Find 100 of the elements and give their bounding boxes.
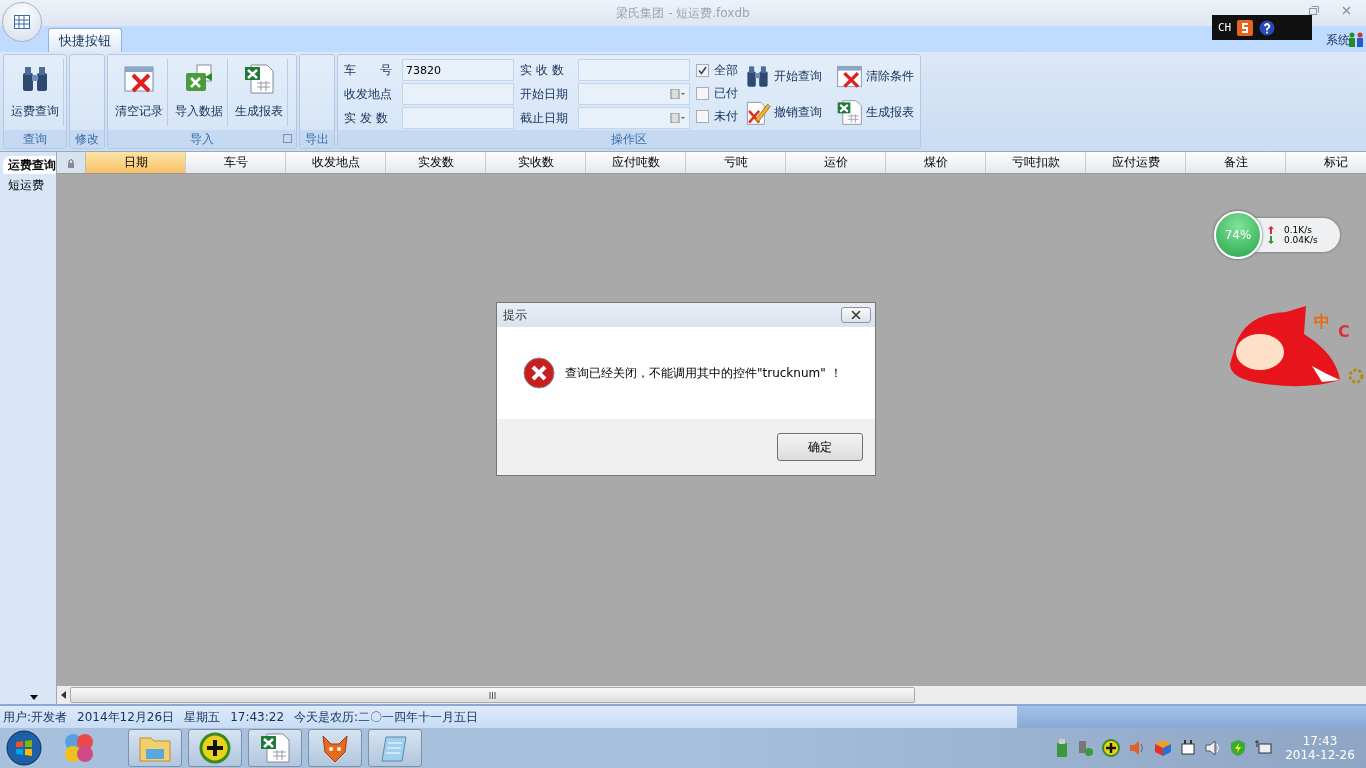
dialog-launcher-icon[interactable] xyxy=(283,134,292,143)
checkbox-box[interactable] xyxy=(696,110,709,123)
cube-icon[interactable] xyxy=(1154,739,1172,757)
checkbox[interactable]: 未付 xyxy=(696,107,738,126)
network-icon[interactable] xyxy=(1254,739,1272,757)
column-header[interactable]: 煤价 xyxy=(886,152,986,173)
dialog-message: 查询已经关闭，不能调用其中的控件"trucknum" ！ xyxy=(565,364,842,382)
checkbox[interactable]: 全部 xyxy=(696,61,738,80)
volume-icon[interactable] xyxy=(1204,739,1222,757)
ime-toolbar: CH xyxy=(1212,15,1312,40)
close-button[interactable] xyxy=(841,307,871,323)
restore-button[interactable] xyxy=(1308,5,1320,17)
scroll-thumb[interactable] xyxy=(70,687,915,703)
column-header[interactable]: 收发地点 xyxy=(286,152,386,173)
shield-icon[interactable] xyxy=(1230,739,1246,757)
input-field[interactable] xyxy=(402,83,514,105)
column-header[interactable]: 日期 xyxy=(86,152,186,173)
checkbox-label: 未付 xyxy=(714,108,738,125)
upload-arrow-icon xyxy=(1268,226,1274,234)
sidebar-item[interactable]: 短运费 xyxy=(3,176,56,194)
action-button[interactable]: 开始查询 xyxy=(744,59,836,93)
close-icon xyxy=(851,311,861,319)
status-text: 17:43:22 xyxy=(230,710,285,724)
network-speed-widget[interactable]: 74% 0.1K/s 0.04K/s xyxy=(1214,211,1340,259)
field-label: 收发地点 xyxy=(344,85,393,103)
action-button[interactable]: 生成报表 xyxy=(836,95,928,129)
calendar-icon xyxy=(670,113,686,123)
download-speed: 0.04K/s xyxy=(1284,235,1318,245)
download-arrow-icon xyxy=(1268,236,1274,244)
plus-circle-icon[interactable] xyxy=(1102,739,1120,757)
s-logo-icon xyxy=(1237,19,1254,36)
scroll-down-icon[interactable] xyxy=(30,695,38,700)
column-header[interactable]: 亏吨 xyxy=(686,152,786,173)
field-label: 截止日期 xyxy=(520,109,569,127)
mascot-label: 中 xyxy=(1314,312,1330,333)
action-button[interactable]: 撤销查询 xyxy=(744,95,836,129)
spreadsheet-icon xyxy=(242,63,275,95)
checkbox-label: 已付 xyxy=(714,85,738,102)
notepad-icon xyxy=(380,733,410,763)
group-title: 查询 xyxy=(23,130,47,148)
spreadsheet-icon xyxy=(836,98,863,126)
status-text: 今天是农历:二〇一四年十一月五日 xyxy=(294,708,479,726)
group-title: 导出 xyxy=(305,130,329,148)
input-field[interactable]: 73820 xyxy=(402,59,514,81)
exit-link[interactable]: 系统 xyxy=(1318,32,1350,49)
group-title: 导入 xyxy=(190,130,214,148)
upload-speed: 0.1K/s xyxy=(1284,225,1312,235)
calendar-icon xyxy=(670,89,686,99)
start-button[interactable] xyxy=(6,730,42,766)
group-title: 操作区 xyxy=(611,130,647,148)
lock-icon xyxy=(67,157,75,168)
spreadsheet-icon xyxy=(259,732,291,764)
ribbon-button[interactable]: 运费查询 xyxy=(6,59,64,126)
colorful-circles-icon[interactable] xyxy=(62,731,96,765)
usb-icon[interactable] xyxy=(1056,739,1068,757)
horizontal-scrollbar[interactable] xyxy=(57,686,1366,704)
sidebar-item[interactable]: 运费查询 xyxy=(3,156,56,174)
date-picker[interactable] xyxy=(578,83,690,105)
checkbox[interactable]: 已付 xyxy=(696,84,738,103)
group-title: 修改 xyxy=(75,130,99,148)
column-header[interactable]: 应付运费 xyxy=(1086,152,1186,173)
ok-button[interactable]: 确定 xyxy=(777,433,863,461)
status-text: 2014年12月26日 xyxy=(77,708,175,726)
column-header[interactable]: 运价 xyxy=(786,152,886,173)
taskbar-app[interactable] xyxy=(188,729,242,767)
column-header[interactable]: 标记 xyxy=(1286,152,1366,173)
users-icon xyxy=(1348,31,1364,47)
plug-check-icon[interactable] xyxy=(1076,739,1094,757)
column-header[interactable]: 车号 xyxy=(186,152,286,173)
scroll-left-icon[interactable] xyxy=(61,691,66,699)
power-plug-icon[interactable] xyxy=(1180,739,1196,757)
column-header[interactable]: 备注 xyxy=(1186,152,1286,173)
table-delete-icon xyxy=(122,63,155,95)
ribbon-button[interactable]: 生成报表 xyxy=(230,59,288,126)
column-header[interactable]: 实发数 xyxy=(386,152,486,173)
ribbon-button[interactable]: 导入数据 xyxy=(170,59,228,126)
checkbox-box[interactable] xyxy=(696,64,709,77)
column-header[interactable]: 实收数 xyxy=(486,152,586,173)
table-icon xyxy=(14,15,30,29)
gear-icon xyxy=(1348,368,1364,384)
help-icon xyxy=(1259,19,1276,36)
input-field[interactable] xyxy=(402,107,514,129)
field-label: 实 发 数 xyxy=(344,109,389,127)
action-button[interactable]: 清除条件 xyxy=(836,59,928,93)
column-header[interactable]: 应付吨数 xyxy=(586,152,686,173)
date-picker[interactable] xyxy=(578,107,690,129)
status-text: 用户:开发者 xyxy=(3,708,68,726)
column-header[interactable]: 亏吨扣款 xyxy=(986,152,1086,173)
speaker-icon[interactable] xyxy=(1128,739,1146,757)
error-icon xyxy=(523,357,555,389)
input-field[interactable] xyxy=(578,59,690,81)
ribbon-tab[interactable]: 快捷按钮 xyxy=(48,28,122,52)
mascot-label: C xyxy=(1338,322,1350,341)
ribbon-button[interactable]: 清空记录 xyxy=(110,59,168,126)
plus-circle-icon xyxy=(199,732,231,764)
field-label: 车 号 xyxy=(344,61,393,79)
field-label: 实 收 数 xyxy=(520,61,565,79)
checkbox-box[interactable] xyxy=(696,87,709,100)
window-title: 梁氏集团 - 短运费.foxdb xyxy=(616,4,750,22)
app-menu-button[interactable] xyxy=(2,2,42,42)
